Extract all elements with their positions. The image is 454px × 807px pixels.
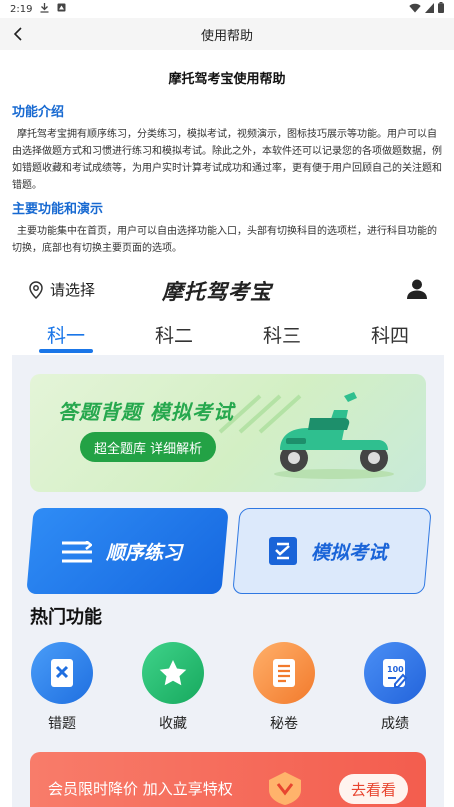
battery-icon (438, 2, 444, 16)
subject-tabs: 科一 科二 科三 科四 (12, 313, 444, 355)
tab-subject-3: 科三 (262, 325, 301, 347)
status-bar: 2:19 (0, 0, 454, 18)
home-content: 答题背题 模拟考试 超全题库 详细解析 顺序练习 模拟考试 热门功能 错题 收藏… (12, 355, 444, 807)
download-icon (40, 2, 49, 16)
feature-scores[interactable]: 100 成绩 (363, 642, 427, 733)
user-icon (406, 278, 428, 304)
star-icon (159, 660, 187, 686)
vip-banner[interactable]: 会员限时降价 加入立享特权 去看看 (30, 752, 426, 807)
hot-features-title: 热门功能 (30, 607, 102, 628)
location-pin-icon (29, 280, 43, 299)
svg-text:100: 100 (387, 665, 404, 674)
back-button[interactable] (8, 24, 28, 44)
feature-favorites[interactable]: 收藏 (141, 642, 205, 733)
promo-banner: 答题背题 模拟考试 超全题库 详细解析 (30, 374, 426, 492)
tab-subject-2: 科二 (154, 325, 193, 347)
vip-badge-icon (269, 772, 301, 805)
tab-subject-4: 科四 (370, 325, 409, 347)
section-body-features: 摩托驾考宝拥有顺序练习，分类练习，模拟考试，视频演示，图标技巧展示等功能。用户可… (12, 129, 442, 191)
wifi-icon (409, 3, 421, 16)
app-notification-icon (57, 3, 66, 15)
mock-exam-label: 模拟考试 (311, 541, 388, 564)
active-tab-indicator (39, 349, 93, 353)
app-logo: 摩托驾考宝 (162, 279, 272, 304)
list-icon (62, 540, 92, 562)
app-header: 请选择 摩托驾考宝 (12, 265, 444, 313)
feature-secret-paper[interactable]: 秘卷 (252, 642, 316, 733)
sequential-practice-card[interactable]: 顺序练习 (26, 508, 229, 594)
help-document: 摩托驾考宝使用帮助 功能介绍 摩托驾考宝拥有顺序练习，分类练习，模拟考试，视频演… (0, 68, 454, 257)
section-heading-main: 主要功能和演示 (12, 202, 104, 217)
chevron-left-icon (13, 27, 22, 41)
vip-view-button[interactable]: 去看看 (338, 774, 408, 804)
navigation-bar: 使用帮助 (0, 18, 454, 50)
location-selector: 请选择 (28, 279, 95, 300)
secret-paper-icon (273, 659, 295, 687)
sequential-practice-label: 顺序练习 (106, 541, 183, 564)
status-time: 2:19 (10, 3, 33, 15)
vip-text: 会员限时降价 加入立享特权 (48, 780, 233, 798)
wrong-questions-icon (51, 659, 73, 687)
exam-checklist-icon (269, 537, 297, 565)
feature-label-wrong: 错题 (48, 716, 76, 732)
feature-label-secret: 秘卷 (270, 716, 298, 732)
banner-slogan: 答题背题 模拟考试 (58, 400, 234, 424)
section-body-main: 主要功能集中在首页，用户可以自由选择功能入口，头部有切换科目的选项栏，进行科目功… (12, 226, 437, 254)
feature-wrong-questions[interactable]: 错题 (30, 642, 94, 733)
feature-label-scores: 成绩 (381, 716, 409, 732)
location-label: 请选择 (50, 281, 96, 299)
feature-label-favorites: 收藏 (159, 716, 187, 732)
score-icon: 100 (383, 659, 408, 688)
document-title: 摩托驾考宝使用帮助 (168, 72, 286, 87)
page-title: 使用帮助 (200, 28, 253, 44)
mock-exam-card[interactable]: 模拟考试 (232, 508, 432, 594)
signal-icon (425, 2, 434, 16)
scooter-icon (274, 392, 394, 479)
section-heading-features: 功能介绍 (12, 105, 65, 120)
app-home-screenshot: 请选择 摩托驾考宝 科一 科二 科三 科四 答题背题 模拟考试 超全题库 详细解… (12, 265, 444, 807)
banner-pill: 超全题库 详细解析 (80, 432, 217, 462)
